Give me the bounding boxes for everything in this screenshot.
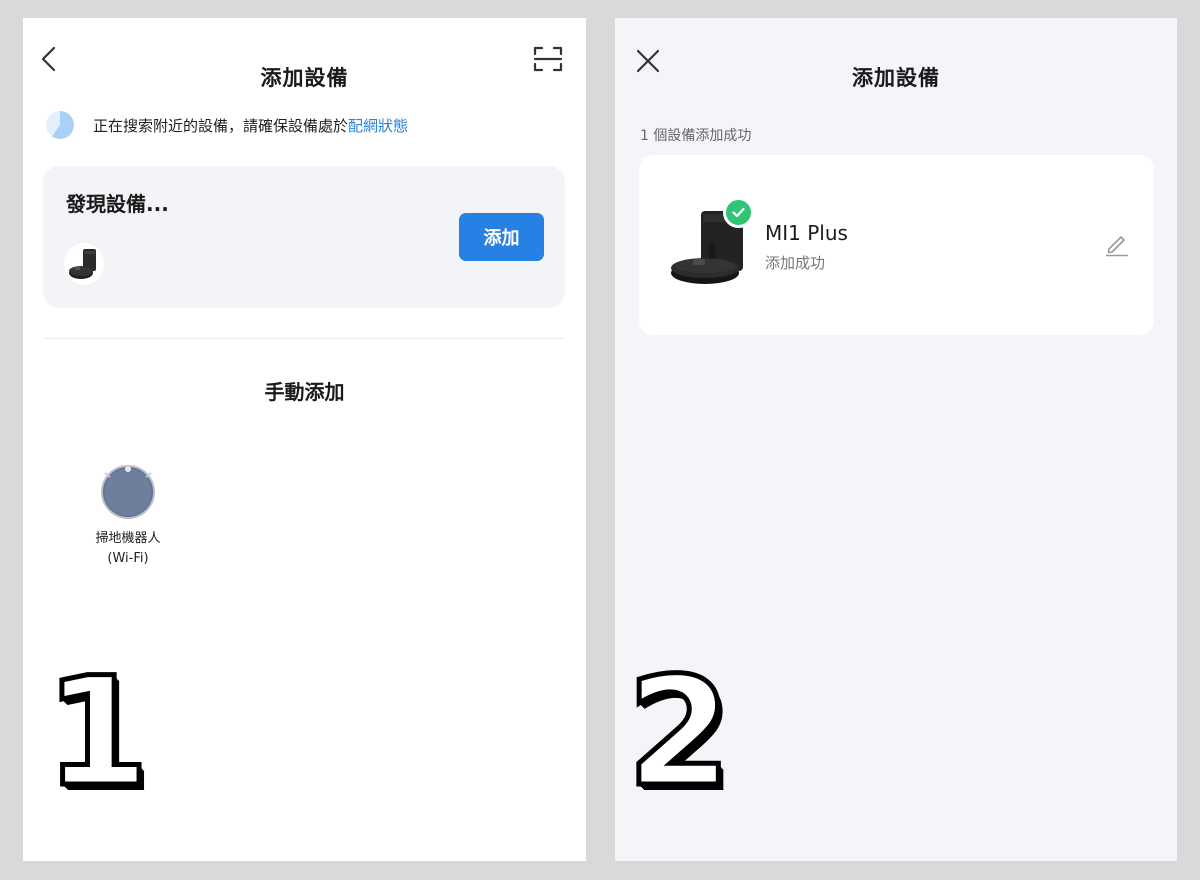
screen-add-device-success: 添加設備 1 個設備添加成功 MI1 Plus 添加成功 2 — [615, 18, 1177, 861]
divider — [43, 338, 565, 339]
step-number: 2 — [624, 646, 733, 820]
manual-item-label-line1: 掃地機器人 — [95, 531, 161, 546]
device-name: MI1 Plus — [765, 221, 848, 245]
scan-icon[interactable] — [533, 45, 563, 73]
search-status-label: 正在搜索附近的設備，請確保設備處於 — [93, 117, 349, 135]
manual-item-label: 掃地機器人 (Wi-Fi) — [78, 529, 178, 569]
search-status-text: 正在搜索附近的設備，請確保設備處於配網狀態 — [93, 115, 408, 136]
add-button[interactable]: 添加 — [459, 213, 544, 261]
manual-item-label-line2: (Wi-Fi) — [107, 551, 149, 566]
step-number: 1 — [42, 646, 151, 820]
success-count-text: 1 個設備添加成功 — [640, 128, 752, 144]
discover-title: 發現設備... — [66, 192, 169, 216]
discovered-devices-card: 發現設備... 添加 — [43, 166, 565, 308]
robot-vacuum-icon — [101, 465, 155, 519]
discovered-device-thumbnail — [64, 243, 104, 285]
device-status: 添加成功 — [765, 254, 826, 272]
page-title: 添加設備 — [852, 66, 940, 90]
search-spinner-icon — [46, 111, 74, 139]
manual-item-robot-vacuum-wifi[interactable]: 掃地機器人 (Wi-Fi) — [78, 463, 178, 569]
pairing-mode-link[interactable]: 配網狀態 — [348, 117, 408, 135]
success-check-icon — [723, 197, 754, 228]
added-device-card: MI1 Plus 添加成功 — [639, 155, 1154, 335]
screen-add-device-searching: 添加設備 正在搜索附近的設備，請確保設備處於配網狀態 發現設備... 添加 手動… — [23, 18, 586, 861]
page-title: 添加設備 — [260, 66, 349, 90]
manual-add-title: 手動添加 — [264, 380, 345, 404]
edit-icon[interactable] — [1104, 231, 1130, 257]
